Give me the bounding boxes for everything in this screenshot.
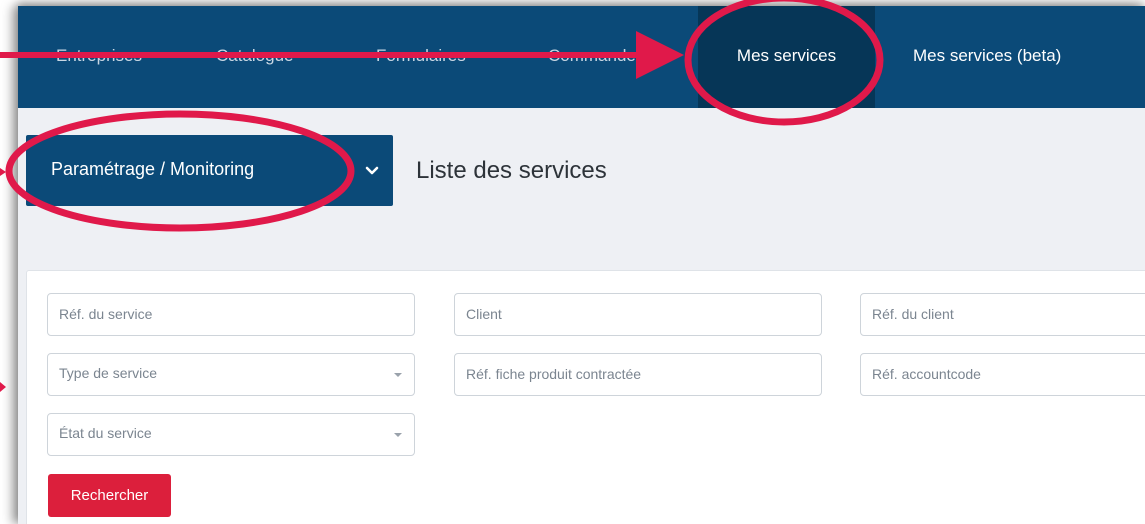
nav-item-mes-services[interactable]: Mes services xyxy=(698,6,875,108)
accountcode-ref-field[interactable]: Réf. accountcode xyxy=(860,353,1145,396)
annotation-arrow-tip xyxy=(0,168,6,176)
client-ref-placeholder: Réf. du client xyxy=(872,306,954,322)
client-field[interactable]: Client xyxy=(454,293,822,336)
filter-panel: Réf. du service Client Réf. du client Ty… xyxy=(26,270,1145,524)
caret-down-icon xyxy=(394,373,402,377)
accountcode-ref-placeholder: Réf. accountcode xyxy=(872,366,981,382)
section-menu-label: Paramétrage / Monitoring xyxy=(51,159,255,179)
app-window: Entreprises Catalogue Formulaires Comman… xyxy=(18,6,1145,524)
nav-item-commandes[interactable]: Commandes xyxy=(548,6,644,108)
product-ref-placeholder: Réf. fiche produit contractée xyxy=(466,366,642,382)
page-title: Liste des services xyxy=(416,157,607,184)
nav-item-entreprises[interactable]: Entreprises xyxy=(56,6,142,108)
service-ref-placeholder: Réf. du service xyxy=(59,306,153,322)
top-navigation: Entreprises Catalogue Formulaires Comman… xyxy=(18,6,1145,108)
nav-item-catalogue[interactable]: Catalogue xyxy=(216,6,294,108)
nav-item-mes-services-beta[interactable]: Mes services (beta) xyxy=(913,6,1061,108)
service-state-select[interactable]: État du service xyxy=(47,413,415,456)
search-button[interactable]: Rechercher xyxy=(48,474,171,517)
client-ref-field[interactable]: Réf. du client xyxy=(860,293,1145,336)
nav-item-formulaires[interactable]: Formulaires xyxy=(376,6,466,108)
section-menu-dropdown[interactable]: Paramétrage / Monitoring xyxy=(26,135,393,206)
service-type-placeholder: Type de service xyxy=(59,365,158,381)
service-state-placeholder: État du service xyxy=(59,425,152,441)
chevron-down-icon xyxy=(365,166,379,175)
service-type-select[interactable]: Type de service xyxy=(47,353,415,396)
client-placeholder: Client xyxy=(466,306,502,322)
caret-down-icon xyxy=(394,433,402,437)
annotation-arrow-tip xyxy=(0,382,6,392)
service-ref-field[interactable]: Réf. du service xyxy=(47,293,415,336)
product-ref-field[interactable]: Réf. fiche produit contractée xyxy=(454,353,822,396)
